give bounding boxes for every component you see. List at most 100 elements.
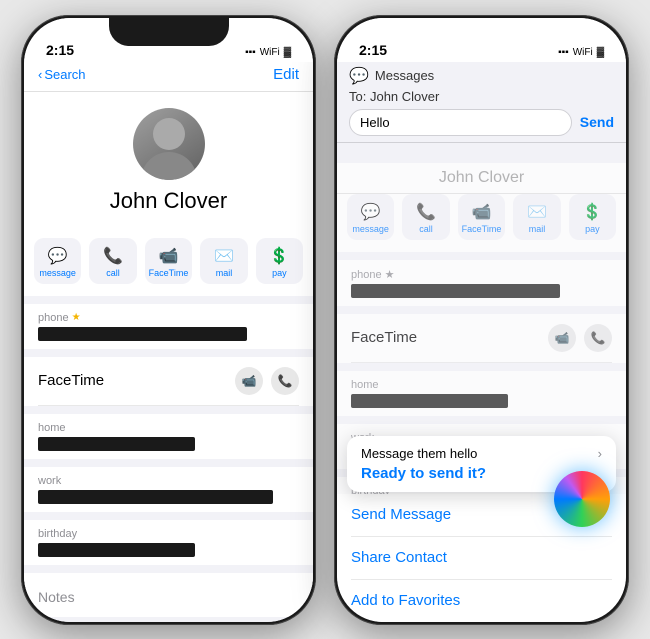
contact-name-1: John Clover — [110, 188, 227, 214]
status-time-2: 2:15 — [359, 42, 387, 58]
facetime-row-2: FaceTime 📹 📞 — [351, 314, 612, 363]
phone-field-2: phone ★ — [351, 260, 612, 306]
action-message-1[interactable]: 💬 message — [34, 238, 81, 284]
facetime-audio-icon-1[interactable]: 📞 — [271, 367, 299, 395]
pay-icon-1: 💲 — [269, 246, 289, 266]
action-facetime-1[interactable]: 📹 FaceTime — [145, 238, 193, 284]
action-call-1[interactable]: 📞 call — [89, 238, 136, 284]
birthday-section-1: birthday — [24, 520, 313, 565]
battery-icon: ▓ — [284, 47, 291, 58]
signal-icon: ▪▪▪ — [245, 47, 256, 58]
home-label-2: home — [351, 379, 612, 391]
pay-icon-2: 💲 — [582, 202, 602, 222]
compose-text: Hello — [360, 115, 390, 130]
home-section-2: home — [337, 371, 626, 416]
message-icon-1: 💬 — [48, 246, 68, 266]
message-icon-2: 💬 — [361, 202, 381, 222]
action-call-label-1: call — [106, 268, 120, 278]
action-pay-label-2: pay — [585, 224, 600, 234]
facetime-label-1: FaceTime — [38, 372, 104, 389]
wifi-icon-2: WiFi — [573, 47, 593, 58]
facetime-section-2: FaceTime 📹 📞 — [337, 314, 626, 363]
phone-2: 2:15 ▪▪▪ WiFi ▓ 💬 Messages To: John Clov… — [334, 15, 629, 625]
action-pay-1[interactable]: 💲 pay — [256, 238, 303, 284]
work-section-1: work — [24, 467, 313, 512]
contact-header-1: John Clover — [24, 92, 313, 238]
action-pay-2: 💲 pay — [569, 194, 616, 240]
battery-icon-2: ▓ — [597, 47, 604, 58]
work-label-1: work — [38, 475, 299, 487]
to-row: To: John Clover — [349, 89, 614, 104]
notch-1 — [109, 18, 229, 46]
send-message-label-2: Send Message — [351, 506, 451, 523]
birthday-field-1: birthday — [38, 520, 299, 565]
work-field-1: work — [38, 467, 299, 512]
phone-1: 2:15 ▪▪▪ WiFi ▓ ‹ Search Edit — [21, 15, 316, 625]
compose-row: Hello Send — [349, 109, 614, 136]
scroll-content-1[interactable]: John Clover 💬 message 📞 call 📹 FaceTime … — [24, 92, 313, 622]
work-value-bar-1 — [38, 490, 273, 504]
avatar-image-1 — [133, 108, 205, 180]
compose-input[interactable]: Hello — [349, 109, 572, 136]
action-message-label-2: message — [352, 224, 389, 234]
phone-2-screen: 2:15 ▪▪▪ WiFi ▓ 💬 Messages To: John Clov… — [337, 18, 626, 622]
action-mail-2: ✉️ mail — [513, 194, 560, 240]
action-call-2: 📞 call — [402, 194, 449, 240]
facetime-section-1: FaceTime 📹 📞 — [24, 357, 313, 406]
action-row-2: 💬 message 📞 call 📹 FaceTime ✉️ mail 💲 — [337, 194, 626, 252]
birthday-value-bar-1 — [38, 543, 195, 557]
action-row-1: 💬 message 📞 call 📹 FaceTime ✉️ mail 💲 — [24, 238, 313, 296]
siri-suggestion-row[interactable]: Message them hello › — [361, 446, 602, 461]
action-message-2: 💬 message — [347, 194, 394, 240]
action-mail-1[interactable]: ✉️ mail — [200, 238, 247, 284]
status-icons-2: ▪▪▪ WiFi ▓ — [558, 47, 604, 58]
action-message-label-1: message — [39, 268, 76, 278]
phone-section-1: phone ★ — [24, 304, 313, 349]
wifi-icon: WiFi — [260, 47, 280, 58]
phone-label-1: phone ★ — [38, 312, 299, 324]
call-icon-1: 📞 — [103, 246, 123, 266]
siri-chevron-icon: › — [598, 446, 602, 461]
back-button-1[interactable]: ‹ Search — [38, 67, 86, 82]
notes-field-1: Notes — [38, 573, 299, 617]
home-section-1: home — [24, 414, 313, 459]
add-favorites-btn-2[interactable]: Add to Favorites — [351, 580, 612, 622]
facetime-audio-icon-2: 📞 — [584, 324, 612, 352]
contact-name-2: John Clover — [439, 169, 524, 186]
add-favorites-label-2: Add to Favorites — [351, 592, 460, 609]
back-label-1: Search — [44, 67, 85, 82]
signal-icon-2: ▪▪▪ — [558, 47, 569, 58]
edit-button-1[interactable]: Edit — [273, 66, 299, 83]
action-facetime-2: 📹 FaceTime — [458, 194, 506, 240]
messages-app-icon: 💬 — [349, 66, 369, 86]
status-icons-1: ▪▪▪ WiFi ▓ — [245, 47, 291, 58]
to-label: To: — [349, 89, 366, 104]
to-name: John Clover — [370, 89, 439, 104]
avatar-1 — [133, 108, 205, 180]
share-contact-label-2: Share Contact — [351, 549, 447, 566]
share-contact-btn-2[interactable]: Share Contact — [351, 537, 612, 580]
facetime-row-1: FaceTime 📹 📞 — [38, 357, 299, 406]
action-facetime-label-1: FaceTime — [149, 268, 189, 278]
phone-value-bar-1 — [38, 327, 247, 341]
mail-icon-2: ✉️ — [527, 202, 547, 222]
phone-value-bar-2 — [351, 284, 560, 298]
facetime-video-icon-2: 📹 — [548, 324, 576, 352]
notes-label-1: Notes — [38, 581, 299, 609]
nav-bar-1: ‹ Search Edit — [24, 62, 313, 92]
home-field-2: home — [351, 371, 612, 416]
call-icon-2: 📞 — [416, 202, 436, 222]
facetime-icon-2: 📹 — [472, 202, 492, 222]
phone-label-2: phone ★ — [351, 268, 612, 281]
facetime-label-2: FaceTime — [351, 329, 417, 346]
siri-suggestion-text: Message them hello — [361, 446, 477, 461]
siri-orb[interactable] — [554, 471, 610, 527]
status-time-1: 2:15 — [46, 42, 74, 58]
facetime-video-icon-1[interactable]: 📹 — [235, 367, 263, 395]
home-field-1: home — [38, 414, 299, 459]
star-icon-1: ★ — [72, 312, 81, 323]
facetime-icon-1: 📹 — [159, 246, 179, 266]
send-button[interactable]: Send — [580, 114, 614, 130]
notes-section-1: Notes — [24, 573, 313, 617]
home-value-bar-2 — [351, 394, 508, 408]
